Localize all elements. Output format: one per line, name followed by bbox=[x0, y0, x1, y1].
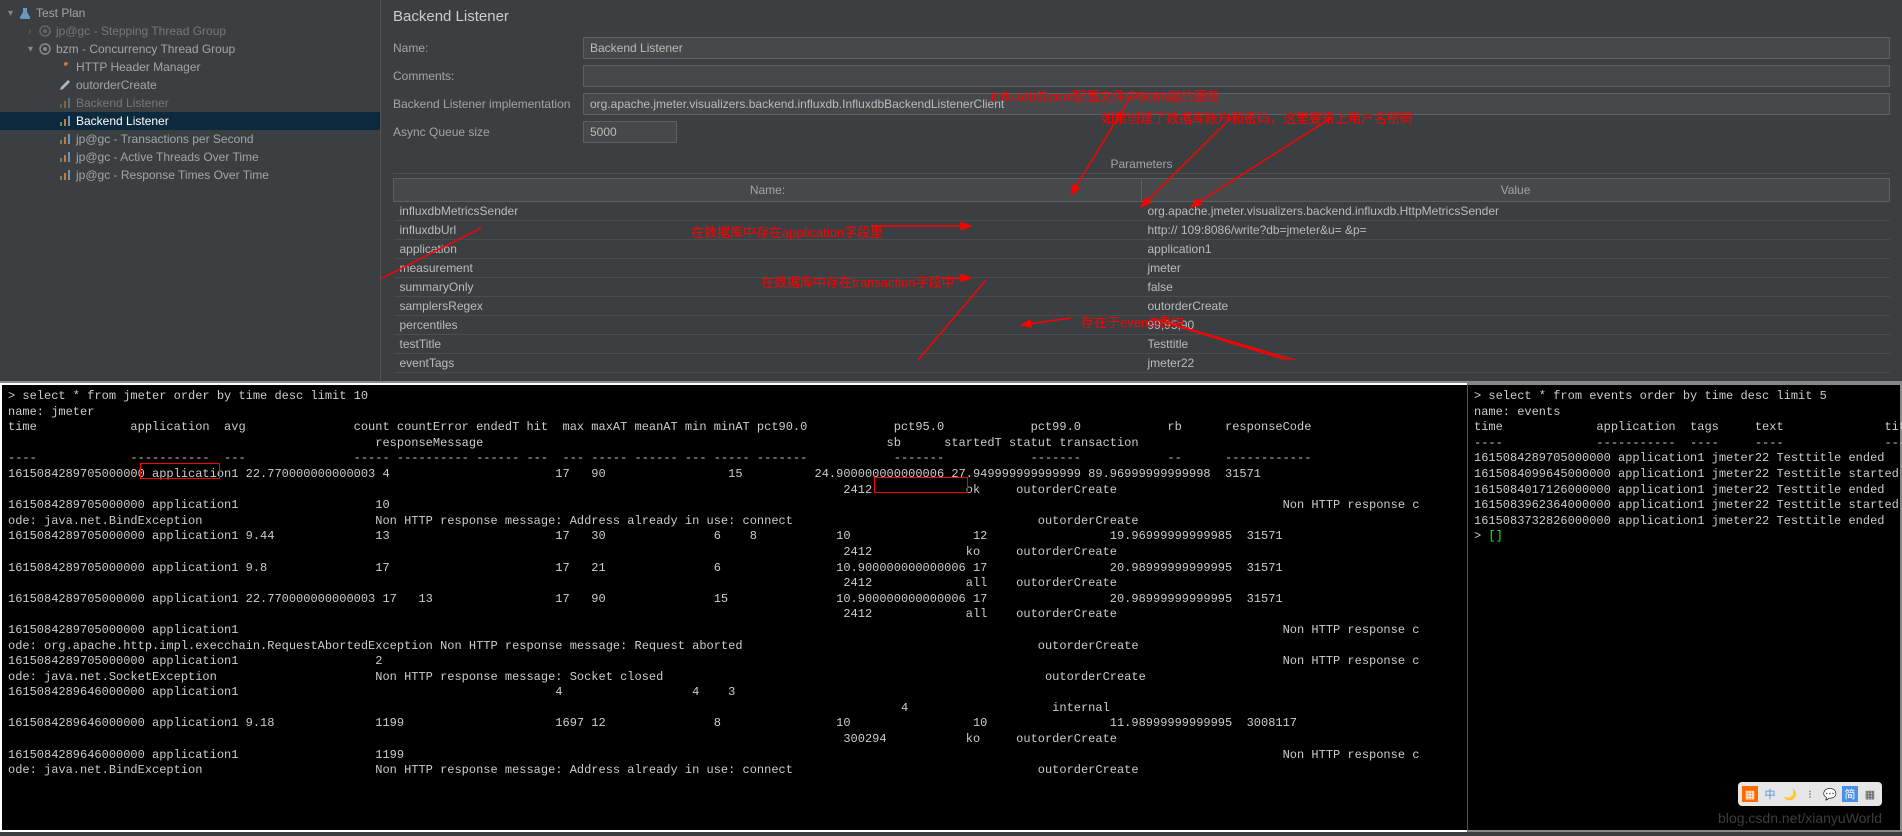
gear-icon bbox=[38, 42, 52, 56]
param-name[interactable]: samplersRegex bbox=[394, 297, 1142, 316]
impl-input[interactable] bbox=[583, 93, 1890, 115]
impl-label: Backend Listener implementation bbox=[393, 97, 583, 111]
param-name[interactable]: eventTags bbox=[394, 354, 1142, 373]
param-row[interactable]: summaryOnlyfalse bbox=[394, 278, 1890, 297]
tree-label: jp@gc - Transactions per Second bbox=[76, 132, 254, 146]
terminal-left[interactable]: > select * from jmeter order by time des… bbox=[0, 383, 1467, 832]
chart-icon bbox=[58, 96, 72, 110]
queue-input[interactable] bbox=[583, 121, 677, 143]
param-row[interactable]: samplersRegexoutorderCreate bbox=[394, 297, 1890, 316]
content-panel: Backend Listener Name: Comments: Backend… bbox=[381, 0, 1902, 381]
param-table: Name: Value influxdbMetricsSenderorg.apa… bbox=[393, 178, 1890, 373]
expander-icon[interactable]: › bbox=[28, 26, 38, 37]
tree-item[interactable]: jp@gc - Transactions per Second bbox=[0, 130, 380, 148]
expander-icon[interactable]: ▾ bbox=[28, 44, 38, 55]
param-name[interactable]: influxdbUrl bbox=[394, 221, 1142, 240]
terminal-area: > select * from jmeter order by time des… bbox=[0, 381, 1902, 832]
param-name[interactable]: measurement bbox=[394, 259, 1142, 278]
param-name[interactable]: testTitle bbox=[394, 335, 1142, 354]
param-value[interactable]: jmeter22 bbox=[1142, 354, 1890, 373]
tool-icon[interactable]: 💬 bbox=[1822, 786, 1838, 802]
param-name[interactable]: percentiles bbox=[394, 316, 1142, 335]
tool-icon[interactable]: 中 bbox=[1762, 786, 1778, 802]
param-row[interactable]: testTitleTesttitle bbox=[394, 335, 1890, 354]
tool-icon[interactable]: 简 bbox=[1842, 786, 1858, 802]
param-row[interactable]: applicationapplication1 bbox=[394, 240, 1890, 259]
tree-root[interactable]: ▾ Test Plan bbox=[0, 4, 380, 22]
param-row[interactable]: eventTagsjmeter22 bbox=[394, 354, 1890, 373]
tool-icon[interactable]: 🌙 bbox=[1782, 786, 1798, 802]
tree-label: HTTP Header Manager bbox=[76, 60, 201, 74]
pencil-icon bbox=[58, 78, 72, 92]
tree-panel: ▾ Test Plan › jp@gc - Stepping Thread Gro… bbox=[0, 0, 381, 381]
param-name[interactable]: application bbox=[394, 240, 1142, 259]
param-value[interactable]: jmeter bbox=[1142, 259, 1890, 278]
panel-title: Backend Listener bbox=[393, 8, 1890, 25]
params-header: Parameters bbox=[393, 157, 1890, 174]
tree-label: Backend Listener bbox=[76, 114, 169, 128]
tool-icon[interactable]: ▦ bbox=[1742, 786, 1758, 802]
param-value[interactable]: false bbox=[1142, 278, 1890, 297]
spanner-icon bbox=[58, 60, 72, 74]
name-label: Name: bbox=[393, 41, 583, 55]
param-row[interactable]: influxdbMetricsSenderorg.apache.jmeter.v… bbox=[394, 202, 1890, 221]
queue-label: Async Queue size bbox=[393, 125, 583, 139]
param-value[interactable]: org.apache.jmeter.visualizers.backend.in… bbox=[1142, 202, 1890, 221]
chart-icon bbox=[58, 132, 72, 146]
flask-icon bbox=[18, 6, 32, 20]
tree-item[interactable]: HTTP Header Manager bbox=[0, 58, 380, 76]
tree-item[interactable]: › jp@gc - Stepping Thread Group bbox=[0, 22, 380, 40]
tool-icon[interactable]: ⁝ bbox=[1802, 786, 1818, 802]
footer-toolbar[interactable]: ▦ 中 🌙 ⁝ 💬 简 ▦ bbox=[1738, 782, 1882, 806]
chart-icon bbox=[58, 168, 72, 182]
comments-input[interactable] bbox=[583, 65, 1890, 87]
tree-label: jp@gc - Stepping Thread Group bbox=[56, 24, 226, 38]
comments-label: Comments: bbox=[393, 69, 583, 83]
param-value[interactable]: http:// 109:8086/write?db=jmeter&u= &p= bbox=[1142, 221, 1890, 240]
tree-item[interactable]: jp@gc - Response Times Over Time bbox=[0, 166, 380, 184]
tree-label: jp@gc - Active Threads Over Time bbox=[76, 150, 259, 164]
tree-label: Backend Listener bbox=[76, 96, 169, 110]
chart-icon bbox=[58, 114, 72, 128]
expander-icon[interactable]: ▾ bbox=[8, 8, 18, 19]
param-name[interactable]: influxdbMetricsSender bbox=[394, 202, 1142, 221]
tree-item[interactable]: Backend Listener bbox=[0, 112, 380, 130]
param-value[interactable]: application1 bbox=[1142, 240, 1890, 259]
col-name: Name: bbox=[394, 179, 1142, 202]
tree-label: outorderCreate bbox=[76, 78, 157, 92]
param-row[interactable]: measurementjmeter bbox=[394, 259, 1890, 278]
watermark: blog.csdn.net/xianyuWorld bbox=[1718, 810, 1882, 826]
tree-item[interactable]: ▾ bzm - Concurrency Thread Group bbox=[0, 40, 380, 58]
param-value[interactable]: 99;95;90 bbox=[1142, 316, 1890, 335]
tree-item[interactable]: outorderCreate bbox=[0, 76, 380, 94]
param-row[interactable]: percentiles99;95;90 bbox=[394, 316, 1890, 335]
tree-item[interactable]: jp@gc - Active Threads Over Time bbox=[0, 148, 380, 166]
tree-label: jp@gc - Response Times Over Time bbox=[76, 168, 269, 182]
terminal-right[interactable]: > select * from events order by time des… bbox=[1467, 383, 1902, 832]
param-row[interactable]: influxdbUrlhttp:// 109:8086/write?db=jme… bbox=[394, 221, 1890, 240]
col-value: Value bbox=[1142, 179, 1890, 202]
tool-icon[interactable]: ▦ bbox=[1862, 786, 1878, 802]
gear-icon bbox=[38, 24, 52, 38]
tree-label: bzm - Concurrency Thread Group bbox=[56, 42, 235, 56]
param-value[interactable]: outorderCreate bbox=[1142, 297, 1890, 316]
tree-label: Test Plan bbox=[36, 6, 85, 20]
param-name[interactable]: summaryOnly bbox=[394, 278, 1142, 297]
name-input[interactable] bbox=[583, 37, 1890, 59]
tree-item[interactable]: Backend Listener bbox=[0, 94, 380, 112]
param-value[interactable]: Testtitle bbox=[1142, 335, 1890, 354]
chart-icon bbox=[58, 150, 72, 164]
